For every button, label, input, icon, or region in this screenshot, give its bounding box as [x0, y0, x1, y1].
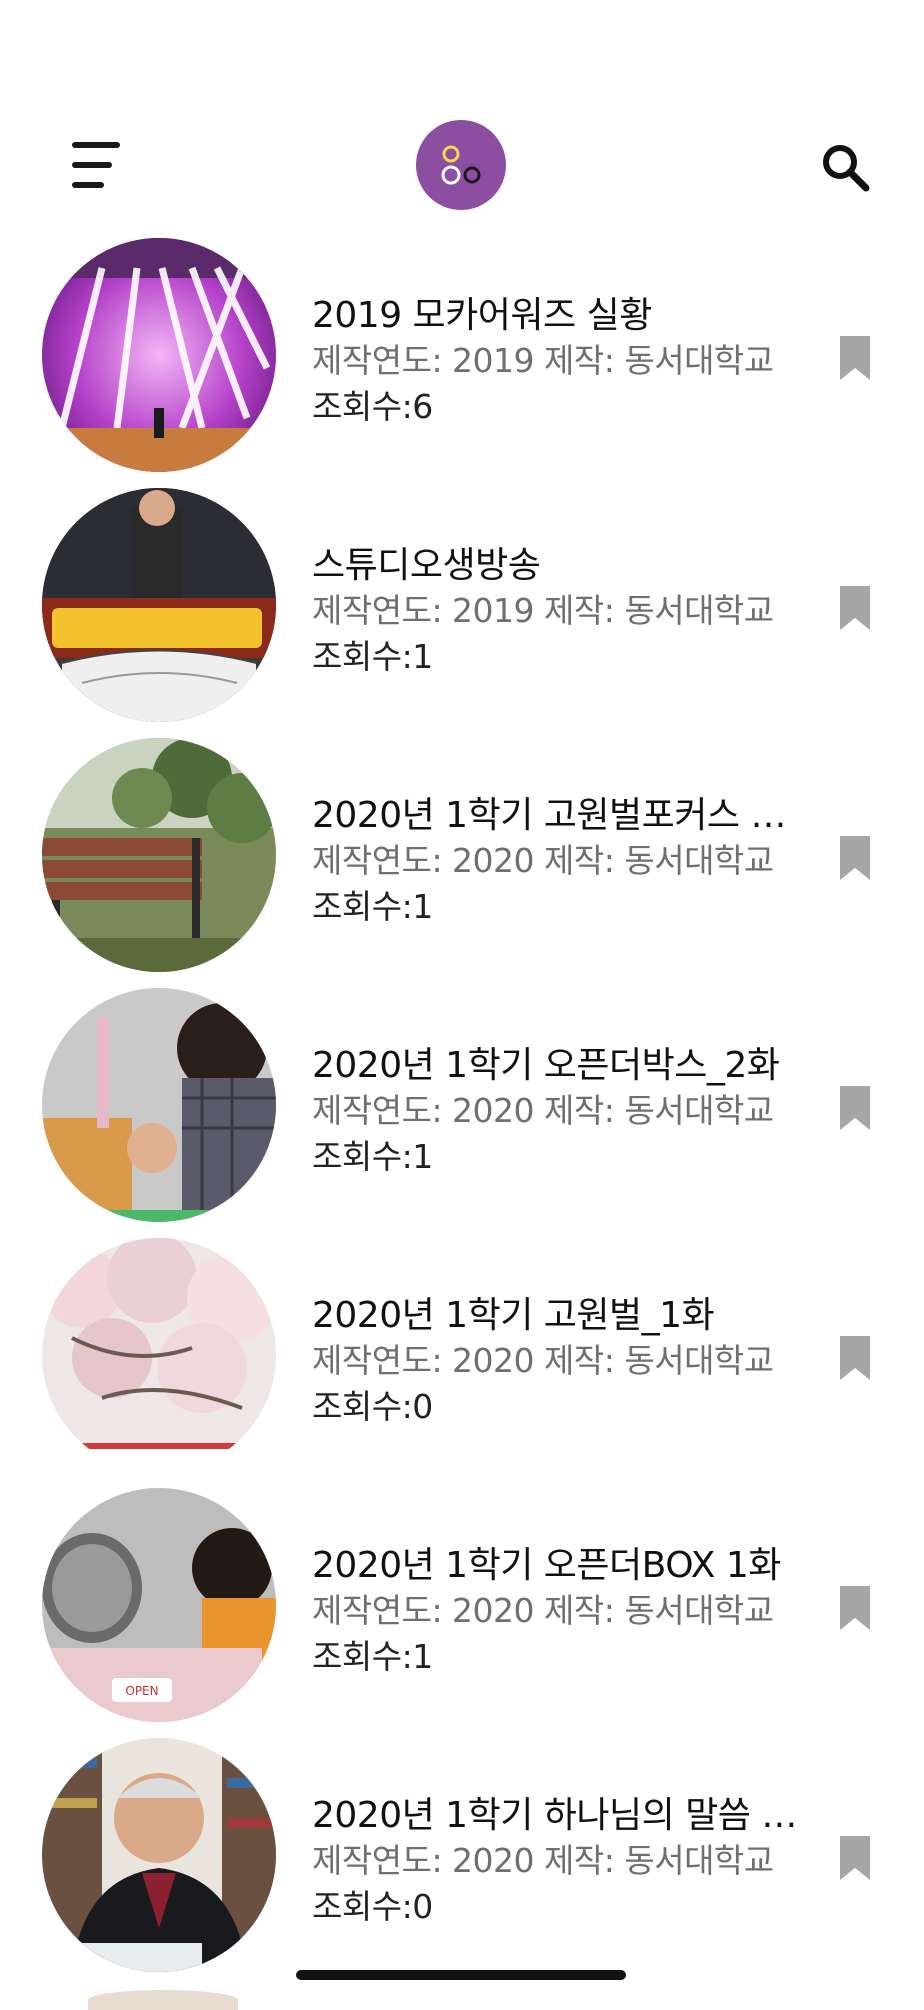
bookmark-icon[interactable] [840, 586, 870, 630]
video-views: 조회수:6 [312, 387, 433, 426]
app-logo-icon[interactable] [416, 120, 506, 210]
video-list-item[interactable]: 2019 모카어워즈 실황 제작연도: 2019 제작: 동서대학교 조회수:6 [0, 238, 924, 488]
video-thumbnail[interactable] [42, 238, 276, 472]
svg-text:OPEN: OPEN [125, 1684, 158, 1698]
bookmark-icon[interactable] [840, 1836, 870, 1880]
video-thumbnail[interactable] [42, 1238, 276, 1472]
search-icon[interactable] [818, 140, 874, 196]
video-title[interactable]: 2020년 1학기 고원벌_1화 [312, 1286, 802, 1338]
video-meta: 제작연도: 2020 제작: 동서대학교 [312, 841, 774, 880]
video-list-item[interactable]: 스튜디오생방송 제작연도: 2019 제작: 동서대학교 조회수:1 [0, 488, 924, 738]
video-meta: 제작연도: 2019 제작: 동서대학교 [312, 341, 774, 380]
video-thumbnail[interactable] [42, 988, 276, 1222]
video-title[interactable]: 2020년 1학기 오픈더BOX 1화 [312, 1536, 802, 1588]
video-thumbnail[interactable] [42, 1738, 276, 1972]
next-item-thumbnail-peek [88, 1990, 238, 2010]
video-views: 조회수:1 [312, 887, 433, 926]
bookmark-icon[interactable] [840, 1336, 870, 1380]
video-thumbnail[interactable] [42, 488, 276, 722]
video-views: 조회수:1 [312, 637, 433, 676]
video-views: 조회수:0 [312, 1387, 433, 1426]
bookmark-icon[interactable] [840, 336, 870, 380]
video-views: 조회수:1 [312, 1137, 433, 1176]
home-indicator[interactable] [296, 1970, 626, 1980]
video-meta: 제작연도: 2020 제작: 동서대학교 [312, 1341, 774, 1380]
video-meta: 제작연도: 2019 제작: 동서대학교 [312, 591, 774, 630]
video-views: 조회수:0 [312, 1887, 433, 1926]
video-meta: 제작연도: 2020 제작: 동서대학교 [312, 1841, 774, 1880]
video-meta: 제작연도: 2020 제작: 동서대학교 [312, 1591, 774, 1630]
video-list-item[interactable]: 2020년 1학기 고원벌포커스 제1화 제작연도: 2020 제작: 동서대학… [0, 738, 924, 988]
video-list-item[interactable]: 2020년 1학기 오픈더박스_2화 제작연도: 2020 제작: 동서대학교 … [0, 988, 924, 1238]
video-title[interactable]: 2019 모카어워즈 실황 [312, 286, 802, 338]
bookmark-icon[interactable] [840, 1586, 870, 1630]
bookmark-icon[interactable] [840, 836, 870, 880]
video-views: 조회수:1 [312, 1637, 433, 1676]
app-header [0, 0, 924, 230]
video-title[interactable]: 스튜디오생방송 [312, 536, 802, 588]
hamburger-menu-icon[interactable] [72, 142, 122, 188]
video-title[interactable]: 2020년 1학기 하나님의 말씀 제1화 [312, 1786, 802, 1838]
video-thumbnail[interactable] [42, 738, 276, 972]
video-meta: 제작연도: 2020 제작: 동서대학교 [312, 1091, 774, 1130]
video-title[interactable]: 2020년 1학기 고원벌포커스 제1화 [312, 786, 802, 838]
video-list-item[interactable]: OPEN 2020년 1학기 오픈더BOX 1화 제작연도: 2020 제작: … [0, 1488, 924, 1738]
bookmark-icon[interactable] [840, 1086, 870, 1130]
video-title[interactable]: 2020년 1학기 오픈더박스_2화 [312, 1036, 802, 1088]
video-thumbnail[interactable]: OPEN [42, 1488, 276, 1722]
video-list-item[interactable]: 2020년 1학기 고원벌_1화 제작연도: 2020 제작: 동서대학교 조회… [0, 1238, 924, 1488]
video-list-item[interactable]: 2020년 1학기 하나님의 말씀 제1화 제작연도: 2020 제작: 동서대… [0, 1738, 924, 1988]
